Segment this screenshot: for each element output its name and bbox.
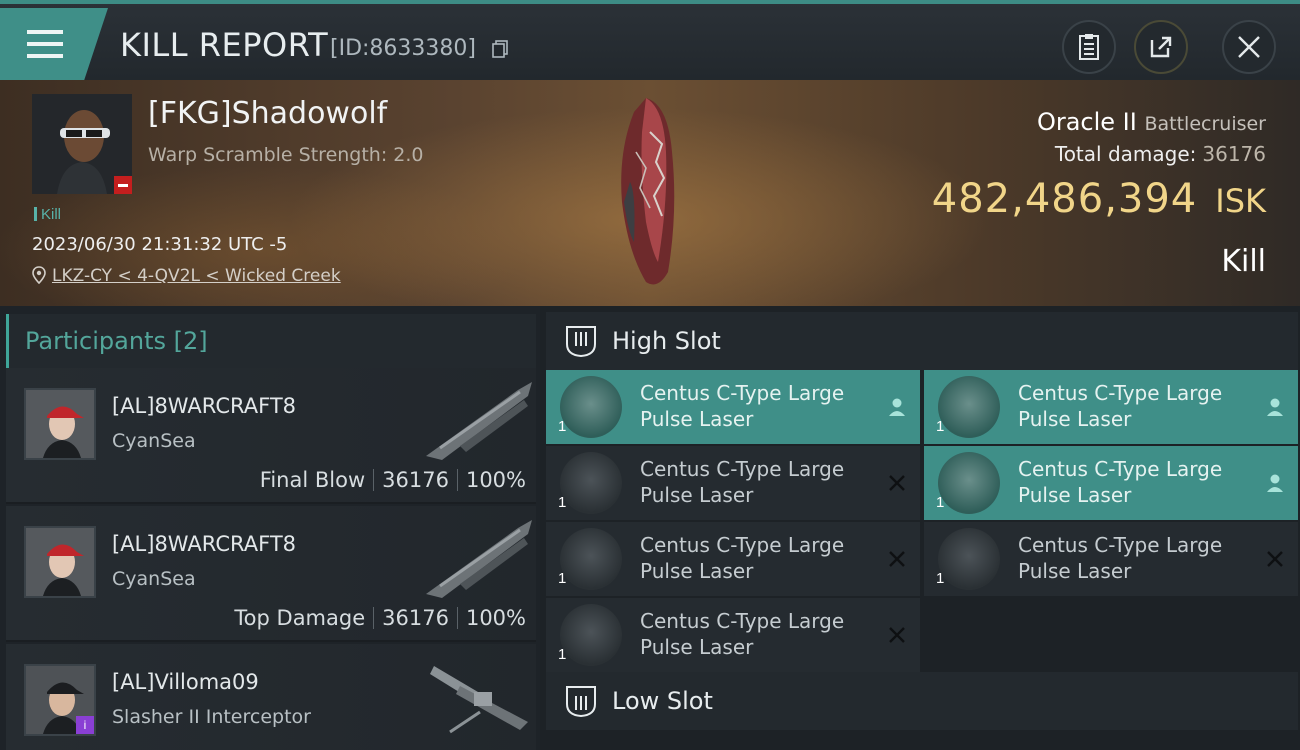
location-link[interactable]: LKZ-CY < 4-QV2L < Wicked Creek (52, 266, 341, 286)
participant-corp: Slasher II Interceptor (112, 706, 311, 728)
share-icon (1150, 36, 1172, 58)
person-icon (889, 398, 905, 416)
fitting-panel: High Slot 1 Centus C-Type Large Pulse Las… (540, 306, 1300, 750)
victim-portrait[interactable] (32, 94, 132, 194)
participant-row[interactable]: [AL]8WARCRAFT8 CyanSea Top Damage 36176 10… (6, 506, 536, 642)
person-icon (1267, 398, 1283, 416)
participant-ship-icon (426, 520, 532, 598)
module-card[interactable]: 1 Centus C-Type Large Pulse Laser (546, 598, 920, 672)
participant-corp: CyanSea (112, 430, 196, 452)
participant-corp: CyanSea (112, 568, 196, 590)
participant-name: [AL]Villoma09 (112, 670, 259, 694)
x-icon (889, 475, 905, 491)
close-button[interactable] (1222, 20, 1276, 74)
module-card[interactable]: 1 Centus C-Type Large Pulse Laser (546, 522, 920, 596)
isk-value: 482,486,394 ISK (931, 176, 1266, 222)
module-card[interactable]: 1 Centus C-Type Large Pulse Laser (924, 370, 1298, 444)
participant-role: Final Blow (259, 468, 366, 492)
high-slot-header: High Slot (546, 312, 1298, 370)
ship-name[interactable]: Oracle II Battlecruiser (1037, 108, 1266, 136)
kill-tag: Kill (34, 206, 61, 223)
pulse-laser-icon (560, 376, 622, 438)
page-title: KILL REPORT (120, 26, 329, 64)
participant-row[interactable]: [AL]8WARCRAFT8 CyanSea Final Blow 36176 10… (6, 368, 536, 504)
module-quantity: 1 (558, 646, 567, 663)
participant-percent: 100% (465, 468, 526, 492)
ship-render (621, 98, 675, 285)
module-card[interactable]: 1 Centus C-Type Large Pulse Laser (546, 446, 920, 520)
participants-panel: Participants [2] [AL]8WARCRAFT8 CyanSea … (0, 306, 540, 750)
pulse-laser-icon (560, 452, 622, 514)
pulse-laser-icon (938, 452, 1000, 514)
module-quantity: 1 (558, 570, 567, 587)
person-icon (1267, 474, 1283, 492)
close-icon (1238, 36, 1260, 58)
menu-icon (27, 30, 63, 58)
pulse-laser-icon (560, 604, 622, 666)
copy-icon[interactable] (492, 40, 508, 58)
victim-subtitle: Warp Scramble Strength: 2.0 (148, 144, 424, 166)
clipboard-button[interactable] (1062, 20, 1116, 74)
module-card[interactable]: 1 Centus C-Type Large Pulse Laser (546, 370, 920, 444)
module-quantity: 1 (558, 494, 567, 511)
participant-stats: Final Blow 36176 100% (260, 468, 526, 492)
module-card[interactable]: 1 Centus C-Type Large Pulse Laser (924, 522, 1298, 596)
module-quantity: 1 (936, 418, 945, 435)
participant-role: Top Damage (234, 606, 366, 630)
share-button[interactable] (1134, 20, 1188, 74)
module-name: Centus C-Type Large Pulse Laser (640, 533, 845, 583)
module-name: Centus C-Type Large Pulse Laser (1018, 533, 1223, 583)
total-damage: Total damage: 36176 (1054, 142, 1266, 166)
kill-datetime: 2023/06/30 21:31:32 UTC -5 (32, 234, 288, 255)
participant-percent: 100% (465, 606, 526, 630)
hostile-tag-icon (114, 176, 132, 194)
participant-stats: Top Damage 36176 100% (234, 606, 526, 630)
participant-name: [AL]8WARCRAFT8 (112, 532, 297, 556)
info-badge-icon: i (76, 716, 94, 734)
participant-damage: 36176 (382, 606, 449, 630)
low-slot-header: Low Slot (546, 672, 1298, 730)
module-name: Centus C-Type Large Pulse Laser (1018, 381, 1223, 431)
module-card[interactable]: 1 Centus C-Type Large Pulse Laser (924, 446, 1298, 520)
module-quantity: 1 (936, 570, 945, 587)
report-id: [ID:8633380] (330, 36, 476, 61)
participant-avatar (24, 526, 96, 598)
module-quantity: 1 (936, 494, 945, 511)
low-slot-icon (566, 686, 596, 718)
module-quantity: 1 (558, 418, 567, 435)
ship-class: Battlecruiser (1144, 113, 1266, 135)
participant-ship-icon (430, 666, 528, 734)
participant-row[interactable]: i [AL]Villoma09 Slasher II Interceptor (6, 644, 536, 750)
pulse-laser-icon (938, 528, 1000, 590)
participants-header: Participants [2] (6, 314, 536, 368)
pulse-laser-icon (938, 376, 1000, 438)
module-name: Centus C-Type Large Pulse Laser (640, 381, 845, 431)
kill-result: Kill (1221, 244, 1266, 279)
participant-name: [AL]8WARCRAFT8 (112, 394, 297, 418)
kill-location[interactable]: LKZ-CY < 4-QV2L < Wicked Creek (32, 266, 341, 286)
victim-name[interactable]: [FKG]Shadowolf (148, 96, 387, 131)
clipboard-icon (1079, 34, 1099, 60)
participant-ship-icon (426, 382, 532, 460)
module-name: Centus C-Type Large Pulse Laser (1018, 457, 1223, 507)
participant-avatar (24, 388, 96, 460)
top-bar: KILL REPORT [ID:8633380] (0, 0, 1300, 80)
menu-button[interactable] (0, 8, 108, 80)
kill-summary: [FKG]Shadowolf Warp Scramble Strength: 2… (0, 80, 1300, 306)
module-name: Centus C-Type Large Pulse Laser (640, 609, 845, 659)
location-pin-icon (32, 266, 46, 284)
pulse-laser-icon (560, 528, 622, 590)
x-icon (889, 551, 905, 567)
x-icon (1267, 551, 1283, 567)
high-slot-icon (566, 326, 596, 358)
x-icon (889, 627, 905, 643)
participant-damage: 36176 (382, 468, 449, 492)
module-name: Centus C-Type Large Pulse Laser (640, 457, 845, 507)
participant-avatar: i (24, 664, 96, 736)
